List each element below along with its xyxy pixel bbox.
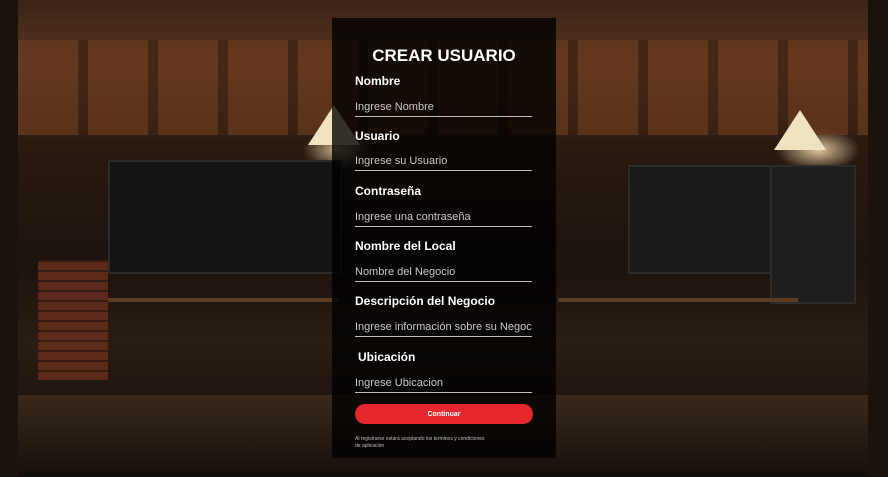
chalkboard-menu-right [770, 165, 856, 304]
form-title: CREAR USUARIO [372, 46, 516, 65]
nombre-input[interactable] [355, 98, 532, 117]
usuario-input[interactable] [355, 152, 532, 171]
chalkboard-menu-left [108, 160, 342, 274]
brick-wall [38, 260, 108, 380]
bottle-shelf [558, 298, 798, 302]
chalkboard-menu-center [628, 165, 772, 274]
bottle-shelf [108, 298, 338, 302]
nombre-local-input[interactable] [355, 263, 532, 282]
continuar-button[interactable]: Continuar [355, 404, 533, 424]
descripcion-negocio-label: Descripción del Negocio [355, 294, 496, 308]
usuario-label: Usuario [355, 129, 400, 143]
contrasena-input[interactable] [355, 208, 532, 227]
nombre-local-label: Nombre del Local [355, 239, 456, 253]
nombre-label: Nombre [355, 74, 401, 88]
ubicacion-label: Ubicación [358, 350, 416, 364]
ubicacion-input[interactable] [355, 374, 532, 393]
descripcion-negocio-input[interactable] [355, 318, 532, 337]
contrasena-label: Contraseña [355, 184, 422, 198]
terms-text: Al registrarse estará aceptando los term… [355, 436, 485, 449]
register-form-panel: CREAR USUARIO Nombre Usuario Contraseña … [332, 18, 556, 458]
pendant-lamp [774, 110, 826, 150]
